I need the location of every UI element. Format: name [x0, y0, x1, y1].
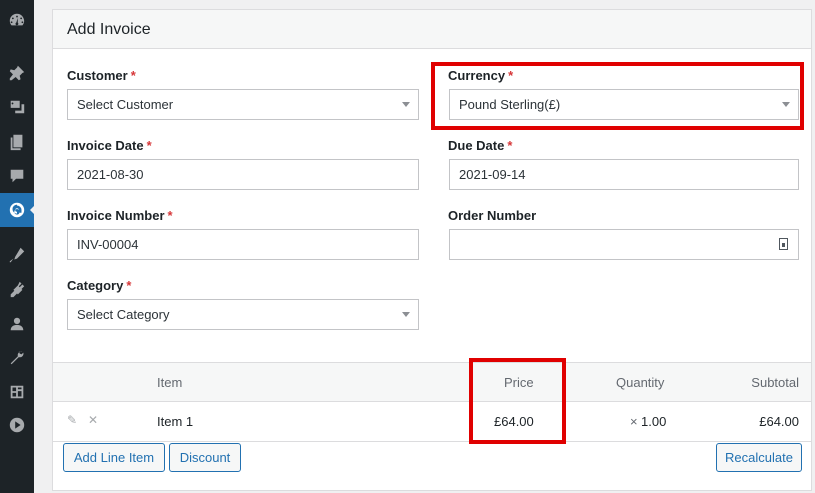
required-marker: *	[130, 68, 136, 83]
items-table-header: Item Price Quantity Subtotal	[53, 362, 811, 402]
order-number-field[interactable]	[449, 229, 799, 260]
order-number-label: Order Number	[448, 208, 537, 223]
comments-icon[interactable]	[0, 159, 34, 193]
category-label-text: Category	[67, 278, 124, 293]
currency-select[interactable]: Pound Sterling(£)	[449, 89, 799, 120]
chevron-down-icon	[782, 102, 790, 107]
invoice-date-field[interactable]: 2021-08-30	[67, 159, 419, 190]
subtotal-column-header: Subtotal	[751, 375, 799, 390]
delete-icon[interactable]: ✕	[88, 413, 98, 427]
page-title: Add Invoice	[67, 21, 151, 38]
invoice-number-value: INV-00004	[77, 237, 139, 252]
customer-select[interactable]: Select Customer	[67, 89, 419, 120]
required-marker: *	[146, 138, 152, 153]
due-date-label-text: Due Date	[448, 138, 505, 153]
appearance-icon[interactable]	[0, 238, 34, 272]
add-line-item-button[interactable]: Add Line Item	[63, 443, 165, 472]
required-marker: *	[508, 68, 514, 83]
due-date-value: 2021-09-14	[459, 167, 526, 182]
category-select-value: Select Category	[77, 307, 170, 322]
add-invoice-card: Add Invoice Customer * Select Customer Cu…	[52, 9, 812, 491]
required-marker: *	[507, 138, 513, 153]
invoice-date-label-text: Invoice Date	[67, 138, 144, 153]
currency-label: Currency *	[448, 68, 513, 83]
plugins-icon[interactable]	[0, 272, 34, 306]
invoice-date-value: 2021-08-30	[77, 167, 144, 182]
admin-sidebar	[0, 0, 35, 493]
quantity-multiplier: ×	[630, 414, 638, 429]
edit-icon[interactable]: ✎	[67, 413, 77, 427]
dashboard-icon[interactable]	[0, 3, 34, 37]
pages-icon[interactable]	[0, 125, 34, 159]
table-row: ✎ ✕ Item 1 £64.00 × 1.00 £64.00	[53, 402, 811, 442]
invoice-date-label: Invoice Date *	[67, 138, 152, 153]
currency-label-text: Currency	[448, 68, 506, 83]
currency-select-value: Pound Sterling(£)	[459, 97, 561, 112]
item-name: Item 1	[157, 414, 194, 429]
users-icon[interactable]	[0, 307, 34, 341]
customer-select-value: Select Customer	[77, 97, 174, 112]
settings-icon[interactable]	[0, 375, 34, 409]
pin-icon[interactable]	[0, 56, 34, 90]
play-icon[interactable]	[0, 408, 34, 442]
due-date-field[interactable]: 2021-09-14	[449, 159, 799, 190]
quantity-column-header: Quantity	[616, 375, 665, 390]
price-column-header: Price	[504, 375, 534, 390]
customer-label: Customer *	[67, 68, 136, 83]
recalculate-button[interactable]: Recalculate	[716, 443, 802, 472]
chevron-down-icon	[402, 312, 410, 317]
active-indicator	[30, 205, 35, 215]
media-icon[interactable]	[0, 90, 34, 124]
customer-label-text: Customer	[67, 68, 128, 83]
required-marker: *	[126, 278, 132, 293]
item-price: £64.00	[494, 414, 534, 429]
discount-button[interactable]: Discount	[169, 443, 241, 472]
category-label: Category *	[67, 278, 131, 293]
invoice-number-label-text: Invoice Number	[67, 208, 165, 223]
item-quantity[interactable]: 1.00	[641, 414, 666, 429]
invoice-number-label: Invoice Number *	[67, 208, 173, 223]
invoice-number-field[interactable]: INV-00004	[67, 229, 419, 260]
card-header: Add Invoice	[53, 10, 811, 49]
item-column-header: Item	[157, 375, 183, 390]
invoicing-icon[interactable]	[0, 193, 35, 227]
tools-icon[interactable]	[0, 341, 34, 375]
contact-card-icon	[779, 238, 788, 250]
due-date-label: Due Date *	[448, 138, 512, 153]
chevron-down-icon	[402, 102, 410, 107]
required-marker: *	[167, 208, 173, 223]
item-subtotal: £64.00	[759, 414, 799, 429]
category-select[interactable]: Select Category	[67, 299, 419, 330]
